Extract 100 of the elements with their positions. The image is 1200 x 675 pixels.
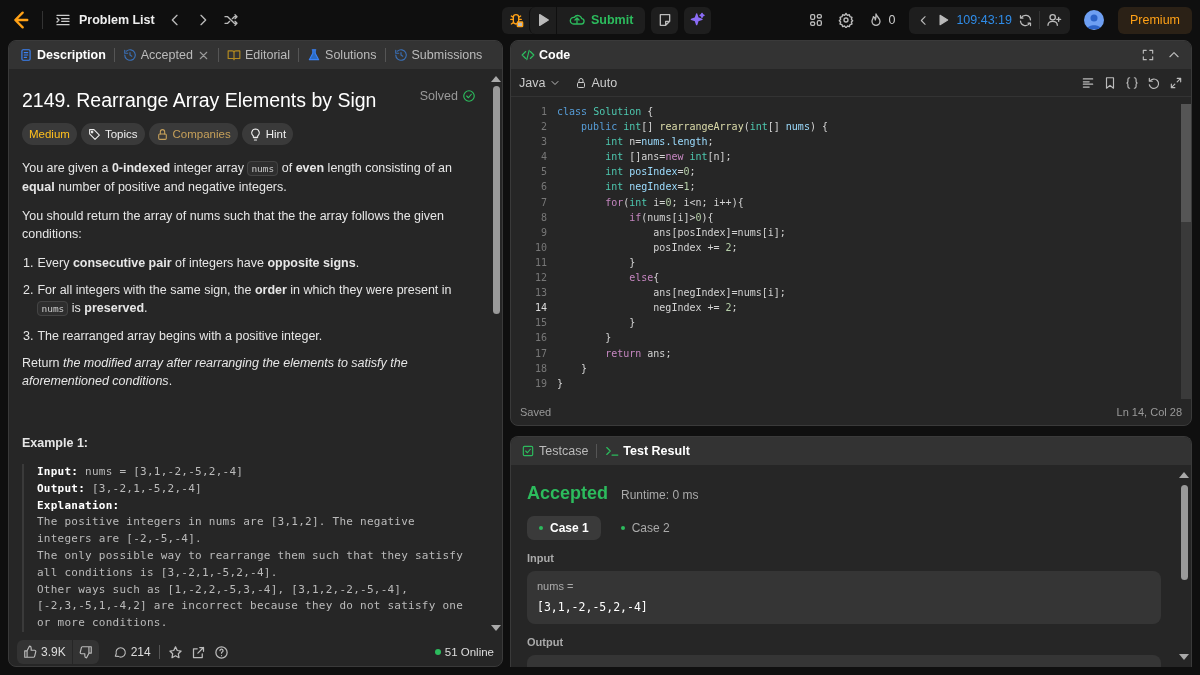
scroll-up-icon[interactable] <box>1179 471 1189 479</box>
scrollbar[interactable] <box>1181 104 1191 399</box>
example-line: The only possible way to rearrange them such that they satisfy <box>37 548 465 564</box>
book-icon <box>226 48 241 62</box>
case-tab[interactable]: Case 2 <box>608 516 682 540</box>
terminal-icon <box>605 444 620 458</box>
settings-icon[interactable] <box>838 12 855 28</box>
code-line: int n=nums.length; <box>604 135 715 150</box>
code-line: posIndex += 2; <box>652 240 739 255</box>
language-dropdown[interactable]: Java <box>519 75 562 90</box>
avatar[interactable] <box>1084 10 1104 30</box>
line-number: 18 <box>533 361 547 376</box>
line-number: 17 <box>533 346 547 361</box>
example-line: or more conditions. <box>37 615 169 632</box>
line-number: 13 <box>533 286 547 301</box>
bug-icon <box>507 12 524 28</box>
code-line: else{ <box>628 271 661 286</box>
problem-list-button[interactable]: Problem List <box>55 12 155 28</box>
line-number: 19 <box>533 376 547 391</box>
code-line: } <box>557 376 565 391</box>
code-line: } <box>604 331 613 346</box>
line-number: 6 <box>539 180 547 195</box>
auto-mode-button[interactable]: Auto <box>575 75 618 90</box>
help-icon[interactable] <box>213 644 229 660</box>
list-number: 1. <box>23 255 34 272</box>
example-title: Example 1: <box>22 435 89 452</box>
difficulty-badge[interactable]: Medium <box>22 123 77 145</box>
example-line: The positive integers in nums are [3,1,2]. The negative <box>37 514 416 531</box>
list-icon <box>55 12 71 28</box>
timer-time: 109:43:19 <box>956 13 1012 27</box>
code-line: } <box>628 316 637 331</box>
variable-name: nums = <box>537 580 575 592</box>
comment-count: 214 <box>130 645 151 659</box>
description-tab[interactable]: Solutions <box>307 48 377 62</box>
sparkle-icon <box>689 12 706 28</box>
scroll-up-icon[interactable] <box>491 75 501 83</box>
example-line: Other ways such as [1,-2,2,-5,3,-4], [3,1,2,-2,-5,-4], <box>37 581 410 598</box>
description-paragraph: You should return the array of nums such that the the array follows the given conditions: <box>22 208 445 243</box>
example-line: integers are [-2,-5,-4]. <box>37 531 203 548</box>
scrollbar-thumb[interactable] <box>492 86 500 314</box>
description-tab[interactable]: Accepted <box>122 48 210 62</box>
input-value: [3,1,-2,-5,2,-4] <box>537 600 648 614</box>
result-tab[interactable]: Testcase <box>521 444 589 458</box>
runtime-text: Runtime: 0 ms <box>621 488 699 502</box>
topics-button[interactable]: Topics <box>80 123 145 145</box>
code-line: ans[negIndex]=nums[i]; <box>652 286 787 301</box>
code-line: } <box>580 361 589 376</box>
code-line: for(int i=0; i<n; i++){ <box>604 195 745 210</box>
scrollbar-thumb[interactable] <box>1180 485 1188 580</box>
code-line: ans[posIndex]=nums[i]; <box>652 225 787 240</box>
note-button[interactable] <box>651 6 679 34</box>
line-number: 10 <box>533 240 547 255</box>
code-line: int posIndex=0; <box>604 165 697 180</box>
shuffle-icon[interactable] <box>222 12 239 28</box>
hint-button[interactable]: Hint <box>241 123 294 145</box>
condition-text: For all integers with the same sign, the order in which they were present in nums is preserved. <box>37 282 453 318</box>
result-tab[interactable]: Test Result <box>605 444 690 458</box>
code-line: return ans; <box>604 346 673 361</box>
case-tab[interactable]: Case 1 <box>527 516 601 540</box>
reset-icon[interactable] <box>1018 12 1033 28</box>
cloud-upload-icon <box>569 12 585 28</box>
bookmark-icon[interactable] <box>1103 75 1117 90</box>
format-icon[interactable] <box>1081 75 1095 90</box>
checkbox-icon <box>521 444 535 458</box>
streak-count: 0 <box>888 13 896 27</box>
problem-title: 2149. Rearrange Array Elements by Sign <box>22 91 377 109</box>
scroll-down-icon[interactable] <box>491 624 501 632</box>
section-label: Input <box>527 552 555 564</box>
online-dot <box>434 649 441 655</box>
online-count: 51 Online <box>444 646 494 658</box>
star-icon[interactable] <box>167 644 183 660</box>
fullscreen-icon[interactable] <box>1141 48 1155 62</box>
ai-button[interactable] <box>684 6 712 34</box>
layout-icon[interactable] <box>808 12 825 28</box>
share-icon[interactable] <box>190 644 206 660</box>
undo-icon[interactable] <box>1147 75 1161 90</box>
line-number: 1 <box>539 105 547 119</box>
line-number: 7 <box>539 195 547 210</box>
description-paragraph: You are given a 0-indexed integer array nums of even length consisting of an equal number of positive and negative integers. <box>22 160 453 196</box>
scroll-down-icon[interactable] <box>1179 653 1189 661</box>
comment-icon[interactable] <box>112 645 127 659</box>
premium-button[interactable]: Premium <box>1118 6 1192 34</box>
list-number: 2. <box>23 282 34 299</box>
braces-icon[interactable] <box>1125 75 1139 90</box>
check-circle-icon <box>462 89 476 103</box>
companies-button[interactable]: Companies <box>148 123 238 145</box>
example-line: Input: nums = [3,1,-2,-5,2,-4] <box>37 464 245 480</box>
description-tab[interactable]: Description <box>19 48 106 62</box>
description-tab[interactable]: Submissions <box>393 48 483 62</box>
line-number: 3 <box>539 135 547 150</box>
line-number: 4 <box>539 150 547 165</box>
code-line: int []ans=new int[n]; <box>604 150 733 165</box>
code-line: } <box>628 255 637 270</box>
line-number: 14 <box>533 301 547 316</box>
description-tab[interactable]: Editorial <box>226 48 291 62</box>
play-icon[interactable] <box>936 13 951 27</box>
lock-icon <box>155 127 169 141</box>
add-user-icon[interactable] <box>1046 12 1062 28</box>
expand-icon[interactable] <box>1169 75 1183 90</box>
solved-status: Solved <box>419 88 458 105</box>
